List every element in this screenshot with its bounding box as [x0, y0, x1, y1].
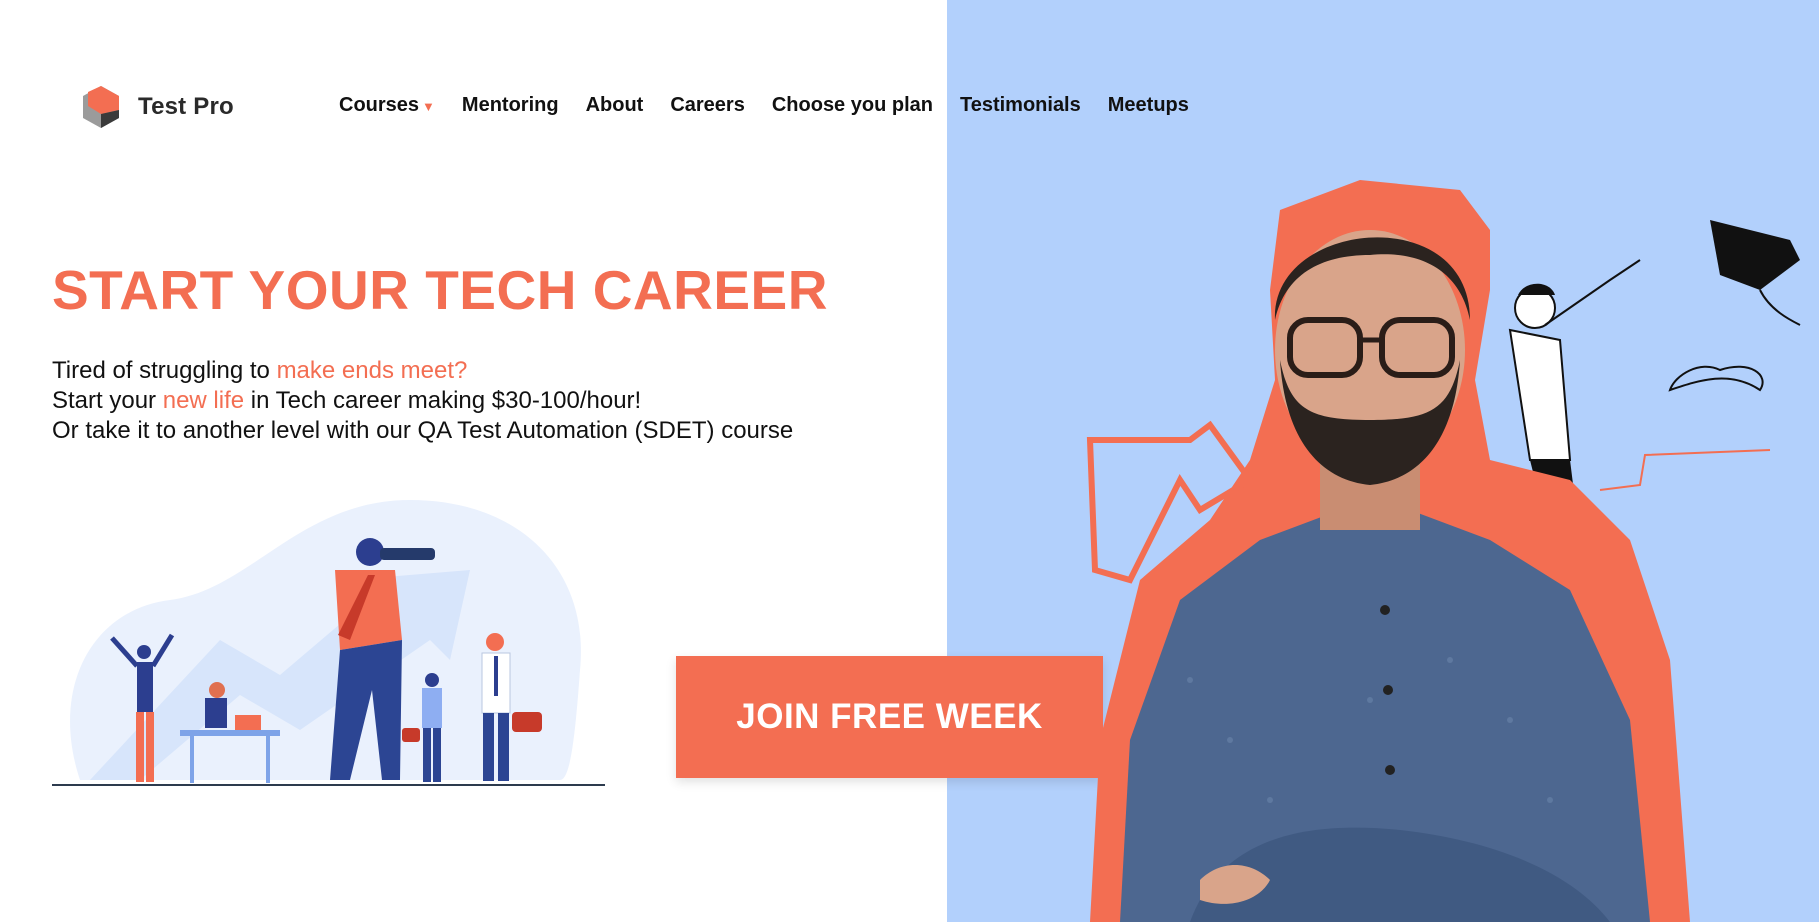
logo-hexagon-icon: [83, 86, 119, 128]
nav-meetups[interactable]: Meetups: [1108, 94, 1189, 117]
hero-line-2-rest: in Tech career making $30-100/hour!: [244, 387, 642, 414]
hero-line-2: Start your new life in Tech career makin…: [52, 386, 793, 416]
nav-testimonials[interactable]: Testimonials: [960, 94, 1081, 117]
hero-line-1: Tired of struggling to make ends meet?: [52, 356, 793, 386]
hero-person-photo: [1086, 180, 1690, 922]
hero-title: START YOUR TECH CAREER: [52, 259, 828, 321]
nav-courses[interactable]: Courses ▼: [339, 94, 435, 117]
brand-name: Test Pro: [138, 93, 234, 120]
nav-about[interactable]: About: [586, 94, 644, 117]
site-logo[interactable]: Test Pro: [78, 84, 234, 130]
join-free-week-button[interactable]: JOIN FREE WEEK: [676, 656, 1103, 778]
hero-line-2-highlight: new life: [162, 387, 245, 414]
hero-line-1-text: Tired of struggling to: [52, 357, 277, 384]
main-nav: Courses ▼ Mentoring About Careers Choose …: [339, 94, 1216, 117]
hero-line-3: Or take it to another level with our QA …: [52, 417, 794, 444]
nav-careers[interactable]: Careers: [670, 94, 745, 117]
hero-description: Tired of struggling to make ends meet? S…: [52, 356, 793, 446]
hero-line-2-text: Start your: [52, 387, 163, 414]
caret-down-icon: ▼: [422, 99, 435, 114]
nav-mentoring[interactable]: Mentoring: [462, 94, 559, 117]
nav-courses-label: Courses: [339, 94, 420, 116]
team-illustration: [52, 500, 605, 786]
hero-line-1-highlight: make ends meet?: [276, 357, 468, 384]
nav-choose-plan[interactable]: Choose you plan: [772, 94, 933, 117]
